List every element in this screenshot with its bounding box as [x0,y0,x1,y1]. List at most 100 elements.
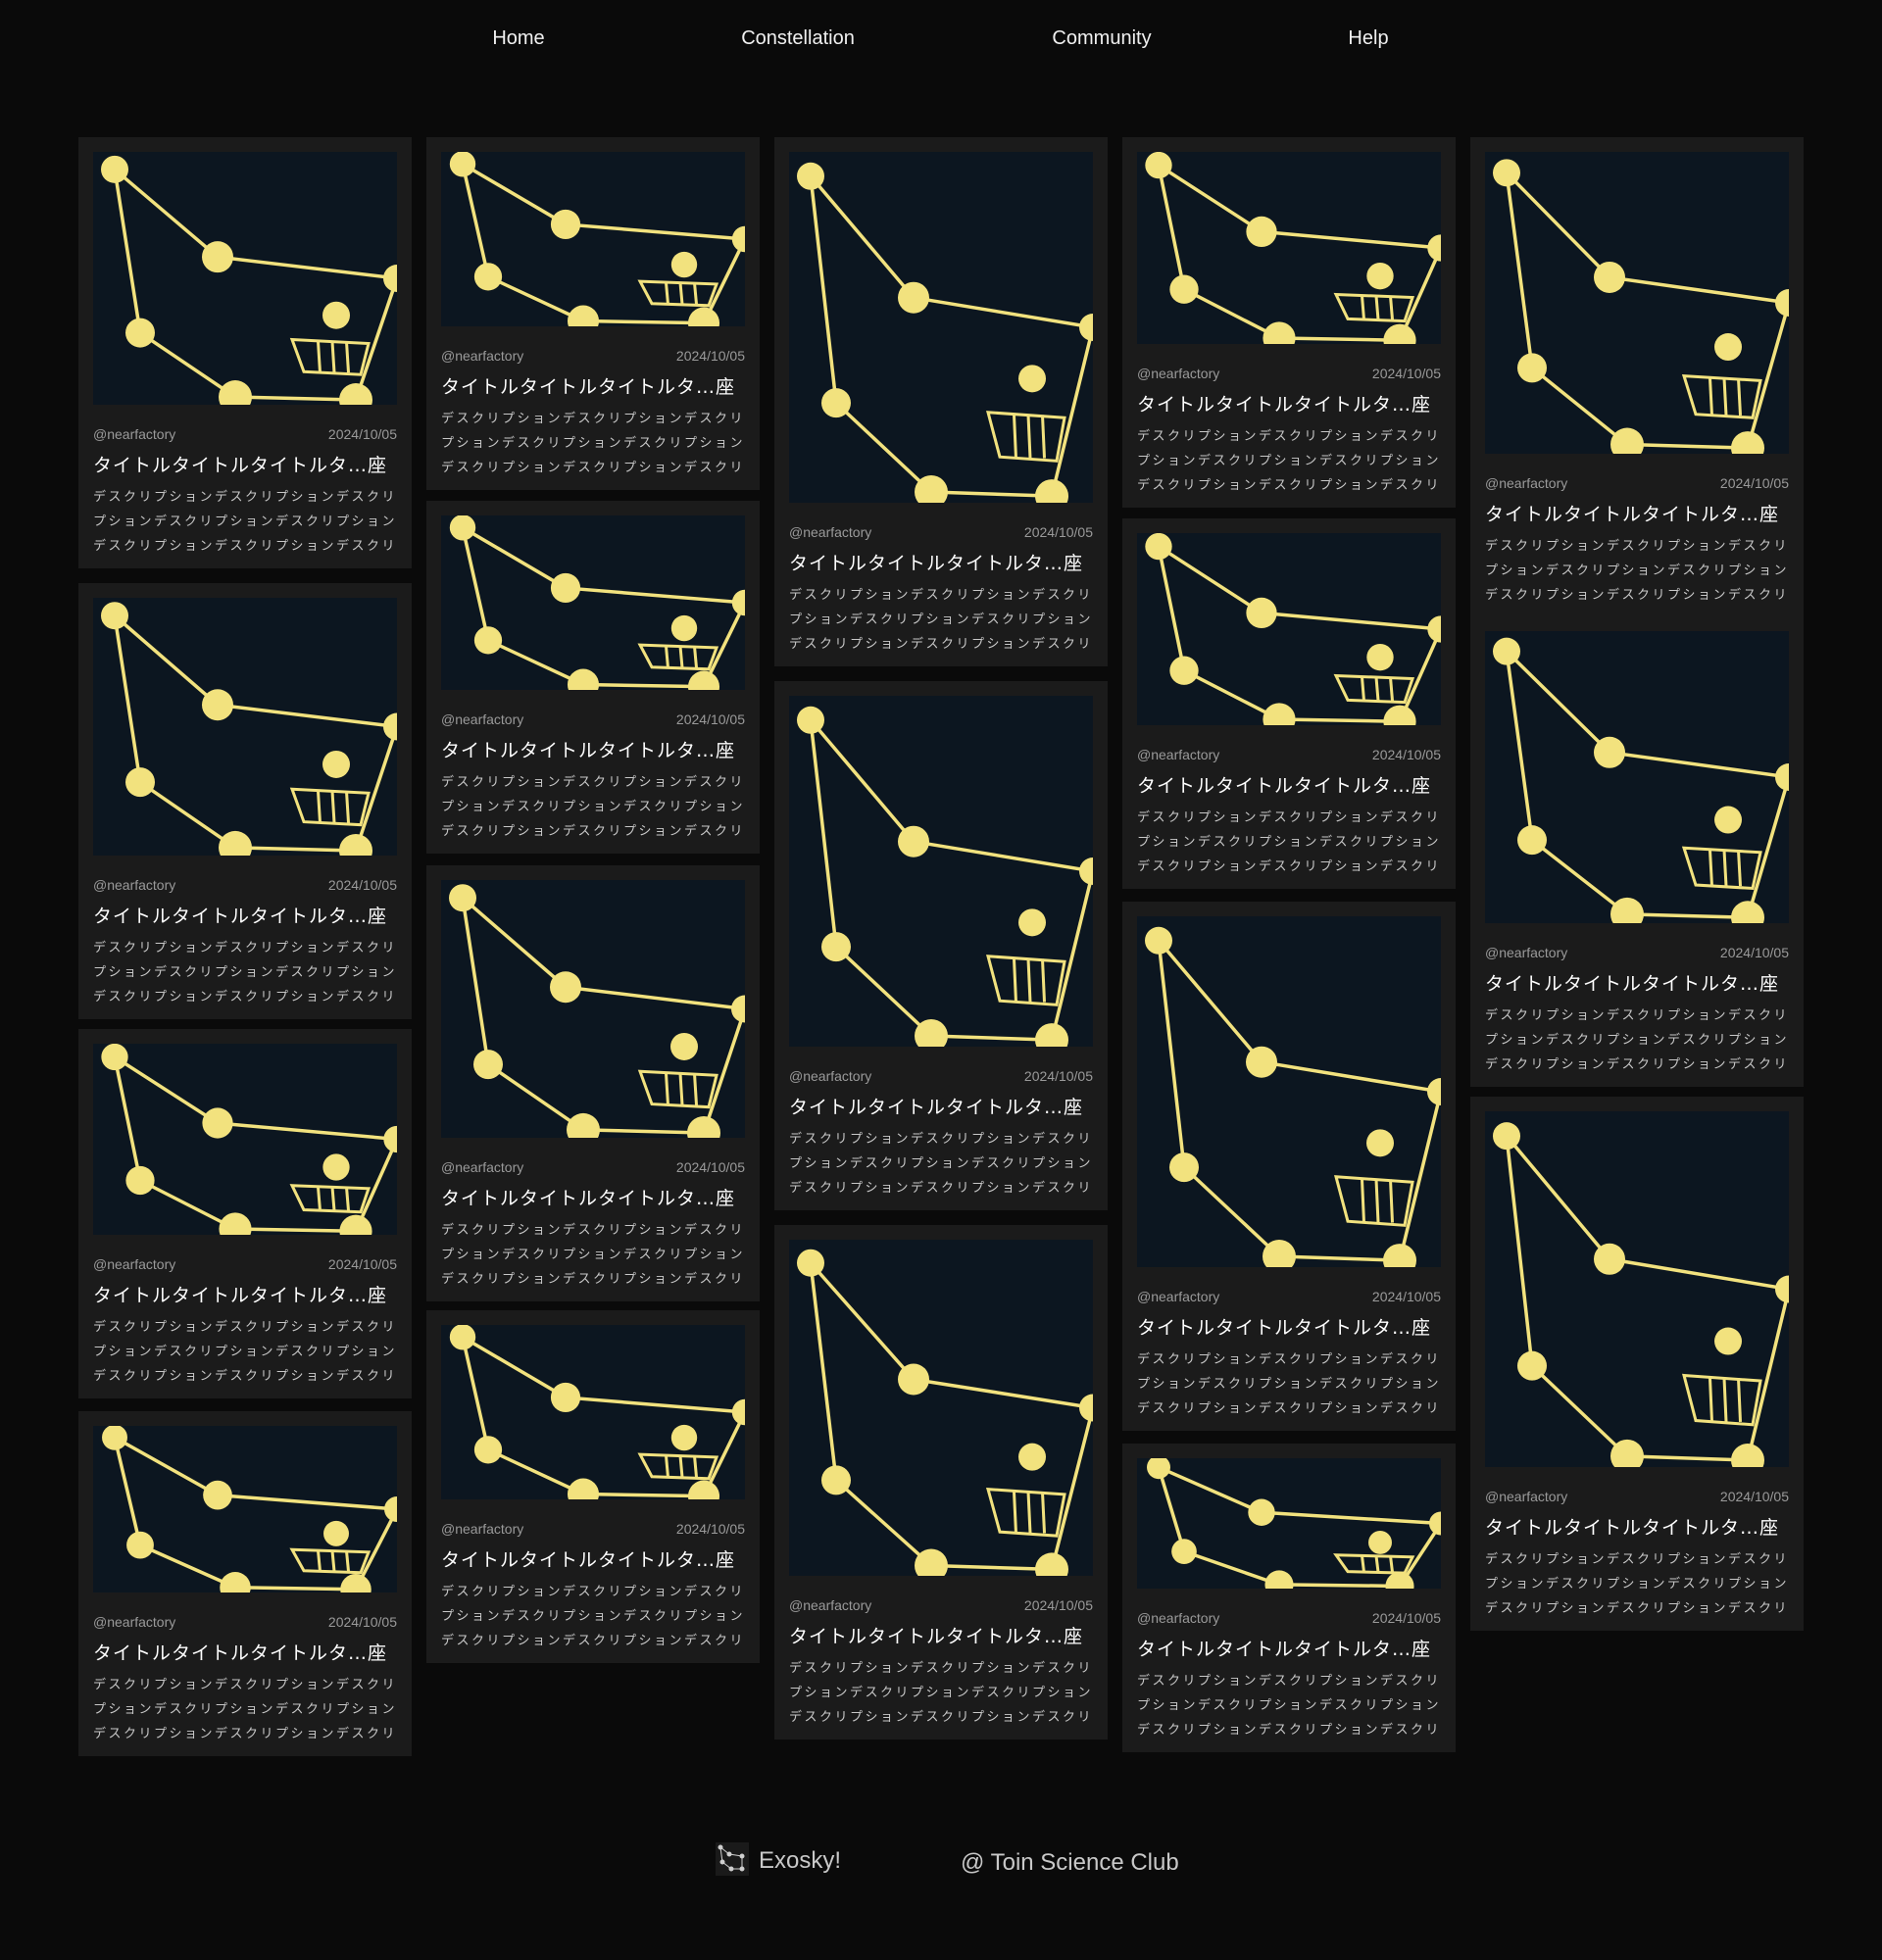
star [1246,597,1277,629]
card-meta: @nearfactory 2024/10/05 [789,1068,1093,1084]
card-title: タイトルタイトルタイトルタ…座 [1485,973,1780,995]
constellation-card[interactable]: @nearfactory 2024/10/05 タイトルタイトルタイトルタ…座 デスク… [1122,1444,1456,1752]
author[interactable]: @nearfactory [1485,1489,1567,1504]
constellation-card[interactable]: @nearfactory 2024/10/05 タイトルタイトルタイトルタ…座 デスク… [774,681,1108,1210]
author[interactable]: @nearfactory [1485,475,1567,491]
constellation-line [1505,1135,1611,1260]
card-description: デスクリプションデスクリプションデスクリプションデスクリプションデスクリプション… [93,941,397,1004]
nav-constellation[interactable]: Constellation [741,27,855,50]
constellation-line [809,175,838,404]
nav-help[interactable]: Help [1348,27,1388,50]
date: 2024/10/05 [1371,1610,1441,1626]
author[interactable]: @nearfactory [1137,1610,1219,1626]
constellation-line [1746,1289,1789,1461]
constellation-shape-bar [1361,676,1365,702]
card-description: デスクリプションデスクリプションデスクリプションデスクリプションデスクリプション… [93,1320,397,1384]
author[interactable]: @nearfactory [441,711,523,727]
author[interactable]: @nearfactory [1485,945,1567,960]
author[interactable]: @nearfactory [1137,747,1219,762]
author[interactable]: @nearfactory [441,1521,523,1537]
constellation-line [809,174,916,299]
constellation-card[interactable]: @nearfactory 2024/10/05 タイトルタイトルタイトルタ…座 デスク… [1470,616,1804,1087]
star [550,1382,581,1413]
author[interactable]: @nearfactory [93,1614,175,1630]
date: 2024/10/05 [1719,945,1789,960]
constellation-card[interactable]: @nearfactory 2024/10/05 タイトルタイトルタイトルタ…座 デスク… [1122,518,1456,889]
constellation-shape-bar [1737,377,1742,416]
star [797,162,824,190]
constellation-card[interactable]: @nearfactory 2024/10/05 タイトルタイトルタイトルタ…座 デスク… [1470,137,1804,617]
constellation-card[interactable]: @nearfactory 2024/10/05 タイトルタイトルタイトルタ…座 デスク… [774,137,1108,666]
date: 2024/10/05 [327,877,397,893]
constellation-card[interactable]: @nearfactory 2024/10/05 タイトルタイトルタイトルタ…座 デスク… [1470,1097,1804,1631]
constellation-card[interactable]: @nearfactory 2024/10/05 タイトルタイトルタイトルタ…座 デスク… [1122,902,1456,1431]
author[interactable]: @nearfactory [789,1068,871,1084]
author[interactable]: @nearfactory [441,1159,523,1175]
constellation-card[interactable]: @nearfactory 2024/10/05 タイトルタイトルタイトルタ…座 デスク… [774,1225,1108,1740]
date: 2024/10/05 [1371,366,1441,381]
card-title: タイトルタイトルタイトルタ…座 [93,1285,388,1306]
star [1775,1275,1789,1303]
constellation-figure [1145,926,1441,1267]
constellation-card[interactable]: @nearfactory 2024/10/05 タイトルタイトルタイトルタ…座 デスク… [426,1310,760,1663]
constellation-card[interactable]: @nearfactory 2024/10/05 タイトルタイトルタイトルタ…座 デスク… [426,137,760,490]
constellation-thumbnail [1485,631,1789,923]
constellation-line [809,1261,916,1381]
constellation-card[interactable]: @nearfactory 2024/10/05 タイトルタイトルタイトルタ…座 デスク… [426,865,760,1301]
constellation-card[interactable]: @nearfactory 2024/10/05 タイトルタイトルタイトルタ…座 デスク… [78,137,412,568]
star [1147,1458,1170,1480]
constellation-thumbnail [1137,916,1441,1267]
card-meta: @nearfactory 2024/10/05 [1485,945,1789,960]
star [1594,1243,1625,1275]
star [1493,159,1520,187]
author[interactable]: @nearfactory [1137,1289,1219,1304]
date: 2024/10/05 [1371,747,1441,762]
star [322,1153,350,1181]
constellation-shape-bar [1374,676,1380,702]
constellation-figure [449,152,745,326]
constellation-figure [449,515,745,690]
constellation-shape-bar [1722,850,1728,887]
footer-brand[interactable]: Exosky! [716,1842,841,1880]
constellation-line [1626,442,1749,450]
card-title: タイトルタイトルタイトルタ…座 [441,1549,736,1571]
constellation-shape-bar [665,1073,669,1105]
constellation-line [1261,1510,1441,1526]
nav-home[interactable]: Home [492,27,544,50]
constellation-shape-bar [1722,1378,1728,1422]
star [550,209,581,240]
star [1246,216,1277,248]
nav-community[interactable]: Community [1052,27,1151,50]
star [567,1478,600,1499]
constellation-line [1158,545,1263,614]
constellation-card[interactable]: @nearfactory 2024/10/05 タイトルタイトルタイトルタ…座 デスク… [78,1029,412,1398]
author[interactable]: @nearfactory [1137,366,1219,381]
star [1171,1539,1197,1564]
author[interactable]: @nearfactory [789,524,871,540]
star [449,1325,476,1350]
constellation-figure [1493,1122,1789,1467]
star [322,301,350,329]
constellation-card[interactable]: @nearfactory 2024/10/05 タイトルタイトルタイトルタ…座 デスク… [78,583,412,1019]
star [322,750,350,778]
constellation-shape-bar [693,1073,698,1105]
card-description: デスクリプションデスクリプションデスクリプションデスクリプションデスクリプション… [93,1678,397,1741]
author[interactable]: @nearfactory [93,1256,175,1272]
constellation-card[interactable]: @nearfactory 2024/10/05 タイトルタイトルタイトルタ…座 デスク… [78,1411,412,1756]
star [219,380,252,405]
star [731,1398,745,1426]
constellation-card[interactable]: @nearfactory 2024/10/05 タイトルタイトルタイトルタ…座 デスク… [1122,137,1456,508]
footer: Exosky! @ Toin Science Club [0,1842,1882,1891]
star [1427,615,1441,643]
author[interactable]: @nearfactory [789,1597,871,1613]
constellation-card[interactable]: @nearfactory 2024/10/05 タイトルタイトルタイトルタ…座 デスク… [426,501,760,854]
constellation-thumbnail [1137,533,1441,725]
author[interactable]: @nearfactory [93,426,175,442]
constellation-figure [1147,1458,1441,1589]
star [731,589,745,616]
star [731,225,745,253]
author[interactable]: @nearfactory [441,348,523,364]
star [1035,479,1068,503]
star [202,689,233,721]
author[interactable]: @nearfactory [93,877,175,893]
